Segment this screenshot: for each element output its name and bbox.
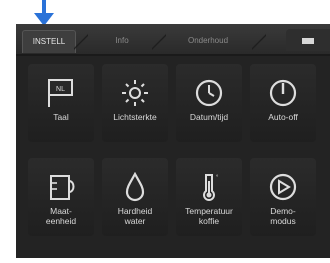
flag-icon: NL <box>48 79 73 107</box>
measuring-cup-icon <box>50 175 75 200</box>
tile-label: Demo- modus <box>270 206 296 226</box>
tile-auto-off[interactable]: Auto-off <box>250 64 316 142</box>
clock-icon <box>195 79 223 107</box>
coffee-machine-display: INSTELL Info Onderhoud NL Taal Lichtster… <box>16 24 330 258</box>
tab-info[interactable]: Info <box>94 30 150 52</box>
settings-grid: NL Taal Lichtsterkte Datum/tijd Auto-off… <box>16 54 330 258</box>
tab-bar: INSTELL Info Onderhoud <box>16 24 330 56</box>
tab-divider <box>152 32 166 52</box>
tab-divider <box>74 32 88 52</box>
play-icon <box>269 173 297 201</box>
tile-demo-mode[interactable]: Demo- modus <box>250 158 316 236</box>
flag-badge-text: NL <box>56 86 65 93</box>
thermometer-icon: ° <box>203 174 219 201</box>
tile-label: Maat- eenheid <box>45 206 77 226</box>
tile-label: Auto-off <box>268 112 298 122</box>
power-icon <box>269 79 297 107</box>
tile-label: Temperatuur koffie <box>185 206 233 226</box>
water-drop-icon <box>125 172 145 202</box>
status-indicator <box>286 29 330 51</box>
tile-language[interactable]: NL Taal <box>28 64 94 142</box>
tile-water-hardness[interactable]: Hardheid water <box>102 158 168 236</box>
tile-label: Taal <box>53 112 69 122</box>
brightness-icon <box>122 80 148 106</box>
tile-label: Lichtsterkte <box>113 112 157 122</box>
tile-unit[interactable]: Maat- eenheid <box>28 158 94 236</box>
tile-label: Hardheid water <box>117 206 153 226</box>
tile-label: Datum/tijd <box>189 112 229 122</box>
tile-coffee-temperature[interactable]: ° Temperatuur koffie <box>176 158 242 236</box>
tile-brightness[interactable]: Lichtsterkte <box>102 64 168 142</box>
tile-date-time[interactable]: Datum/tijd <box>176 64 242 142</box>
tab-divider <box>252 32 266 52</box>
indicator-icon <box>302 38 314 44</box>
svg-text:°: ° <box>216 175 219 181</box>
tab-settings[interactable]: INSTELL <box>22 30 76 53</box>
tab-maintenance[interactable]: Onderhoud <box>168 30 248 52</box>
